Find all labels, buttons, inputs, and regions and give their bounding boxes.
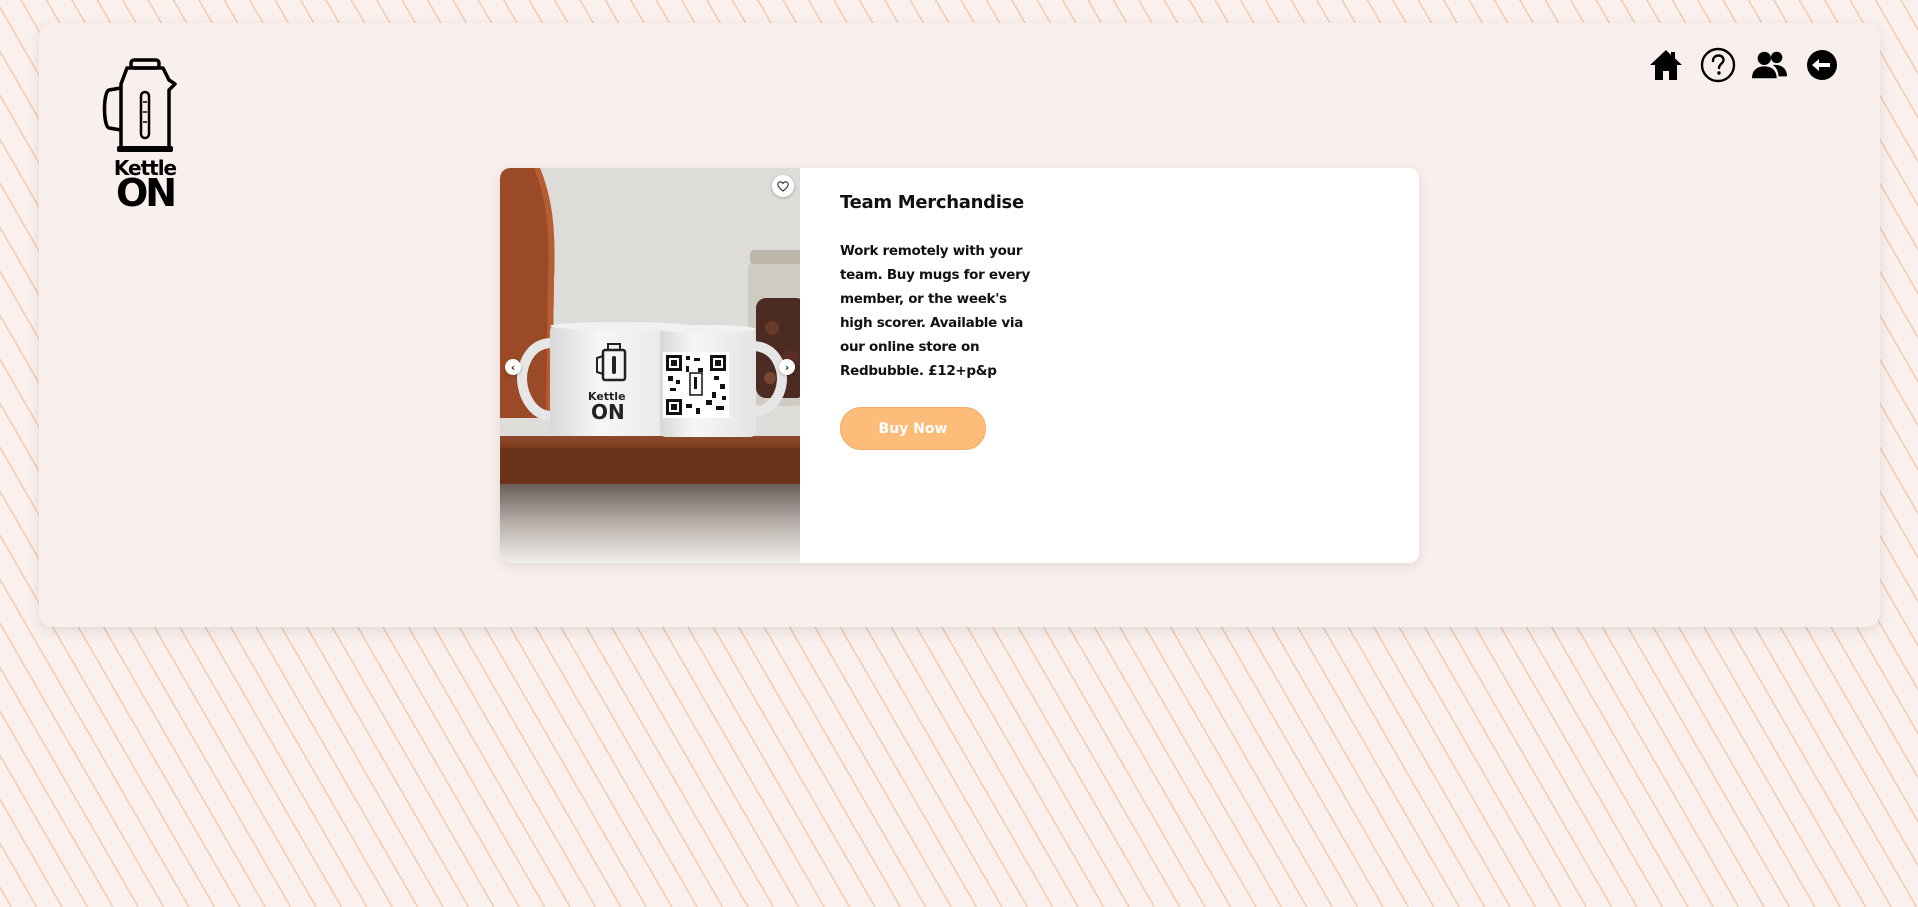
help-icon <box>1700 47 1736 83</box>
home-button[interactable] <box>1648 47 1684 83</box>
mug-photo: Kettle ON <box>500 168 800 563</box>
product-title: Team Merchandise <box>840 192 1024 213</box>
top-nav <box>1648 47 1840 83</box>
buy-now-button[interactable]: Buy Now <box>840 407 986 450</box>
mug-print-line2: ON <box>591 400 625 424</box>
home-icon <box>1650 50 1682 80</box>
help-button[interactable] <box>1700 47 1736 83</box>
kettle-icon <box>102 58 177 152</box>
carousel-prev-button[interactable]: ‹ <box>505 359 521 375</box>
product-image-carousel[interactable]: Kettle ON ‹ › <box>500 168 800 563</box>
logo-text-on: ON <box>115 171 177 215</box>
product-description: Work remotely with your team. Buy mugs f… <box>840 243 1030 379</box>
heart-icon <box>777 180 789 192</box>
mug-qr-code <box>663 352 729 418</box>
kettle-on-logo[interactable]: Kettle ON <box>89 56 201 215</box>
main-panel: Kettle ON Kettle ON ‹ › Team Merchandise… <box>39 23 1880 627</box>
product-details: Team Merchandise Work remotely with your… <box>840 192 1380 450</box>
carousel-next-button[interactable]: › <box>779 359 795 375</box>
logout-icon <box>1807 50 1837 80</box>
team-button[interactable] <box>1752 47 1788 83</box>
favorite-button[interactable] <box>772 175 794 197</box>
chevron-left-icon: ‹ <box>510 360 516 374</box>
chevron-right-icon: › <box>784 360 790 374</box>
logout-button[interactable] <box>1804 47 1840 83</box>
product-card: Kettle ON ‹ › Team Merchandise Work remo… <box>500 168 1419 563</box>
team-icon <box>1752 51 1788 79</box>
